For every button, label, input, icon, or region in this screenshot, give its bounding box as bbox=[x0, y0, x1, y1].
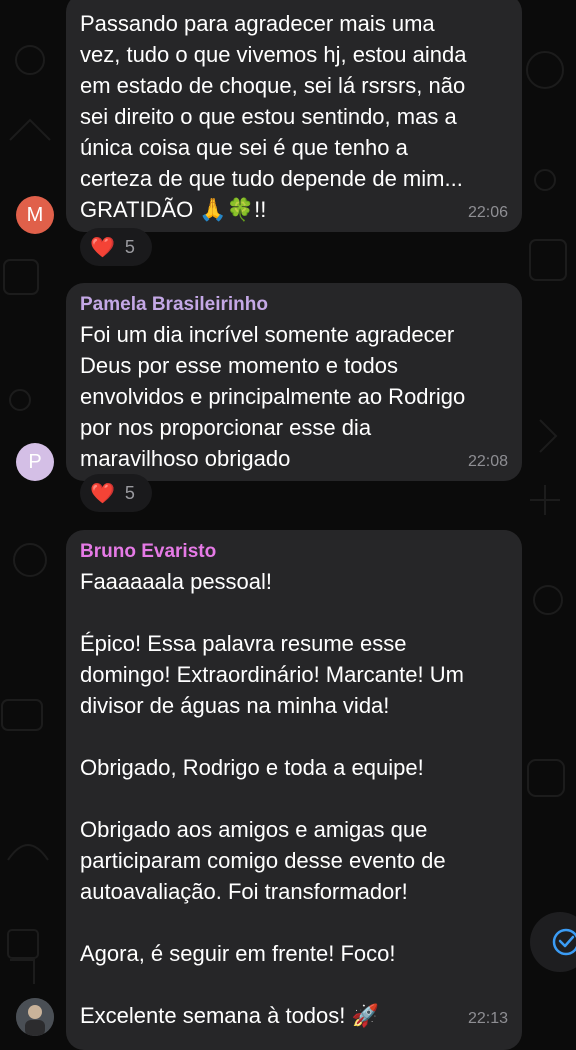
message-timestamp: 22:13 bbox=[467, 1010, 508, 1027]
message-bubble[interactable]: Pamela Brasileirinho Foi um dia incrível… bbox=[66, 283, 522, 481]
message-timestamp: 22:08 bbox=[467, 453, 508, 470]
message-bubble[interactable]: Passando para agradecer mais uma vez, tu… bbox=[66, 0, 522, 232]
reaction-badge[interactable]: ❤️ 5 bbox=[80, 228, 152, 266]
avatar[interactable]: M bbox=[16, 196, 54, 234]
avatar-letter: P bbox=[28, 450, 42, 473]
sender-name[interactable]: Bruno Evaristo bbox=[80, 538, 508, 566]
avatar-letter: M bbox=[26, 203, 44, 226]
heart-icon: ❤️ bbox=[90, 236, 115, 259]
message-bubble[interactable]: Bruno Evaristo Faaaaaala pessoal! Épico!… bbox=[66, 530, 522, 1050]
sender-name[interactable]: Pamela Brasileirinho bbox=[80, 291, 508, 319]
reaction-badge[interactable]: ❤️ 5 bbox=[80, 474, 152, 512]
reaction-count: 5 bbox=[124, 482, 135, 503]
message-text: Foi um dia incrível somente agradecer De… bbox=[80, 322, 466, 471]
message-text: Faaaaaala pessoal! Épico! Essa palavra r… bbox=[80, 569, 464, 1028]
profile-photo-icon bbox=[16, 998, 54, 1036]
heart-icon: ❤️ bbox=[90, 482, 115, 505]
message-text: Passando para agradecer mais uma vez, tu… bbox=[80, 11, 467, 222]
double-check-down-icon bbox=[552, 928, 576, 956]
reaction-count: 5 bbox=[124, 236, 135, 257]
message-timestamp: 22:06 bbox=[467, 204, 508, 221]
avatar[interactable] bbox=[16, 998, 54, 1036]
avatar[interactable]: P bbox=[16, 443, 54, 481]
